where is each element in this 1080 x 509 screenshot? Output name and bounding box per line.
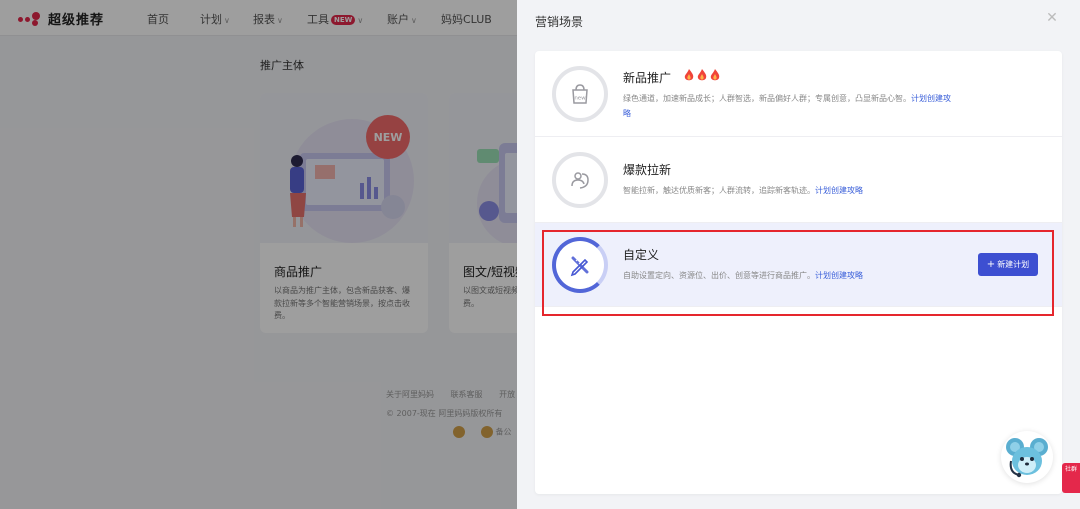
pencil-ruler-icon xyxy=(552,237,608,293)
scene-new-product[interactable]: new 新品推广 绿色通道，加速新品成长；人群智选，新品偏好人群；专属创意，凸显… xyxy=(535,51,1062,137)
scene-list: new 新品推广 绿色通道，加速新品成长；人群智选，新品偏好人群；专属创意，凸显… xyxy=(535,51,1062,494)
side-tab[interactable]: 社群 xyxy=(1062,463,1080,493)
scene-desc: 绿色通道，加速新品成长；人群智选，新品偏好人群；专属创意，凸显新品心智。计划创建… xyxy=(623,94,951,118)
modal-overlay[interactable] xyxy=(0,0,517,509)
assistant-mascot[interactable] xyxy=(1001,431,1053,483)
drawer-title: 营销场景 xyxy=(535,15,584,29)
scene-name: 爆款拉新 xyxy=(623,163,672,177)
scene-name: 自定义 xyxy=(623,248,660,262)
new-plan-button[interactable]: + 新建计划 xyxy=(978,253,1038,276)
people-swirl-icon xyxy=(552,152,608,208)
scene-hot-new[interactable]: 爆款拉新 智能拉新，触达优质新客；人群流转，追踪新客轨迹。计划创建攻略 xyxy=(535,137,1062,223)
scene-name: 新品推广 xyxy=(623,68,725,86)
scene-desc: 自助设置定向、资源位、出价、创意等进行商品推广。计划创建攻略 xyxy=(623,271,863,280)
fire-icon xyxy=(683,69,725,85)
scene-guide-link[interactable]: 计划创建攻略 xyxy=(815,186,863,195)
marketing-scene-drawer: 营销场景 ✕ new 新品推广 绿色通道，加速新品成长；人群智选，新品偏好人群；… xyxy=(517,0,1080,509)
svg-text:new: new xyxy=(574,96,586,102)
mouse-mascot-icon xyxy=(1006,438,1048,478)
scene-guide-link[interactable]: 计划创建攻略 xyxy=(815,271,863,280)
new-product-bag-icon: new xyxy=(552,66,608,122)
plus-icon: + xyxy=(986,259,996,270)
scene-desc: 智能拉新，触达优质新客；人群流转，追踪新客轨迹。计划创建攻略 xyxy=(623,186,863,195)
close-icon[interactable]: ✕ xyxy=(1044,10,1060,26)
